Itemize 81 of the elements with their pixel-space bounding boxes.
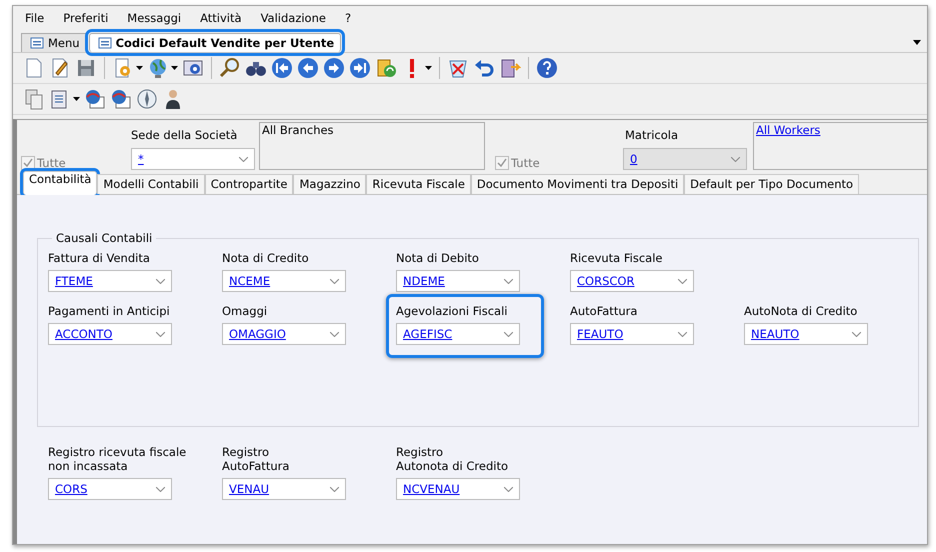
- branch-list[interactable]: All Branches: [259, 122, 485, 170]
- section-tab[interactable]: Contropartite: [204, 174, 294, 194]
- code-combobox[interactable]: NCEME: [222, 270, 346, 292]
- chevron-icon: [504, 486, 513, 492]
- code-combobox[interactable]: FTEME: [48, 270, 172, 292]
- field-label: Registro AutoFattura: [222, 445, 290, 473]
- code-combobox[interactable]: ACCONTO: [48, 323, 172, 345]
- menu-item[interactable]: Attività: [200, 11, 242, 25]
- code-combobox[interactable]: CORS: [48, 478, 172, 500]
- chevron-icon: [504, 332, 513, 336]
- field-label: Fattura di Vendita: [48, 251, 151, 265]
- first-record-icon[interactable]: [271, 57, 293, 79]
- chevron-icon: [239, 156, 248, 162]
- chevron-icon: [156, 486, 165, 492]
- field-label: AutoFattura: [570, 304, 638, 318]
- door-exit-icon[interactable]: [499, 57, 521, 79]
- field-label: Omaggi: [222, 304, 268, 318]
- field-label: Registro ricevuta fiscale non incassata: [48, 445, 188, 473]
- chevron-icon: [330, 332, 339, 336]
- globe-grid-icon[interactable]: [110, 88, 132, 110]
- menu-item[interactable]: Preferiti: [63, 11, 108, 25]
- save-icon[interactable]: [75, 57, 97, 79]
- dropdown-icon[interactable]: [171, 66, 178, 70]
- code-combobox[interactable]: NEAUTO: [744, 323, 868, 345]
- globe-grid-icon[interactable]: [84, 88, 106, 110]
- code-combobox[interactable]: FEAUTO: [570, 323, 694, 345]
- field-label: Ricevuta Fiscale: [570, 251, 664, 265]
- section-tab[interactable]: Contabilità: [23, 171, 98, 195]
- checkbox-label: Tutte: [37, 156, 66, 170]
- dropdown-icon[interactable]: [913, 40, 921, 45]
- document-tab[interactable]: Menu: [21, 33, 87, 52]
- code-combobox[interactable]: VENAU: [222, 478, 346, 500]
- globe-icon[interactable]: [147, 57, 169, 79]
- chevron-icon: [678, 332, 687, 336]
- next-record-icon[interactable]: [323, 57, 345, 79]
- dropdown-icon[interactable]: [425, 66, 432, 70]
- code-combobox[interactable]: NCVENAU: [396, 478, 520, 500]
- chevron-icon: [678, 278, 687, 284]
- chevron-icon: [852, 332, 861, 336]
- refresh-clipboard-icon[interactable]: [375, 57, 397, 79]
- search-icon[interactable]: [219, 57, 241, 79]
- code-combobox[interactable]: NDEME: [396, 270, 520, 292]
- dropdown-icon[interactable]: [73, 97, 80, 101]
- last-record-icon[interactable]: [349, 57, 371, 79]
- field-label: Pagamenti in Anticipi: [48, 304, 171, 318]
- chevron-icon: [731, 156, 740, 162]
- branch-combobox[interactable]: *: [131, 148, 255, 170]
- section-tab[interactable]: Ricevuta Fiscale: [366, 174, 471, 194]
- chevron-icon: [504, 278, 513, 284]
- document-icon: [98, 36, 112, 50]
- menu-item[interactable]: File: [25, 11, 44, 25]
- document-icon: [30, 36, 44, 50]
- section-tab[interactable]: Documento Movimenti tra Depositi: [470, 174, 684, 194]
- code-combobox[interactable]: AGEFISC: [396, 323, 520, 345]
- chevron-icon: [330, 486, 339, 492]
- dropdown-icon[interactable]: [136, 66, 143, 70]
- code-combobox[interactable]: CORSCOR: [570, 270, 694, 292]
- chevron-icon: [156, 332, 165, 336]
- field-label: AutoNota di Credito: [744, 304, 858, 318]
- menu-item[interactable]: Validazione: [260, 11, 326, 25]
- menu-item[interactable]: Messaggi: [127, 11, 182, 25]
- group-title: Causali Contabili: [55, 231, 154, 245]
- field-label: Sede della Società: [131, 128, 238, 142]
- previous-record-icon[interactable]: [297, 57, 319, 79]
- field-label: Nota di Debito: [396, 251, 480, 265]
- menu-item[interactable]: ?: [344, 11, 352, 25]
- checkbox-label: Tutte: [511, 156, 540, 170]
- copy-icon[interactable]: [23, 88, 45, 110]
- code-combobox[interactable]: OMAGGIO: [222, 323, 346, 345]
- field-label: Agevolazioni Fiscali: [396, 304, 508, 318]
- undo-icon[interactable]: [473, 57, 495, 79]
- section-tab[interactable]: Magazzino: [293, 174, 366, 194]
- field-label: Registro Autonota di Credito: [396, 445, 510, 473]
- field-label: Matricola: [624, 128, 680, 142]
- compass-icon[interactable]: [136, 88, 158, 110]
- chevron-icon: [330, 278, 339, 284]
- chevron-icon: [156, 278, 165, 284]
- section-tab[interactable]: Modelli Contabili: [97, 174, 205, 194]
- section-tab[interactable]: Default per Tipo Documento: [684, 174, 860, 194]
- help-icon[interactable]: [536, 57, 558, 79]
- field-label: Nota di Credito: [222, 251, 310, 265]
